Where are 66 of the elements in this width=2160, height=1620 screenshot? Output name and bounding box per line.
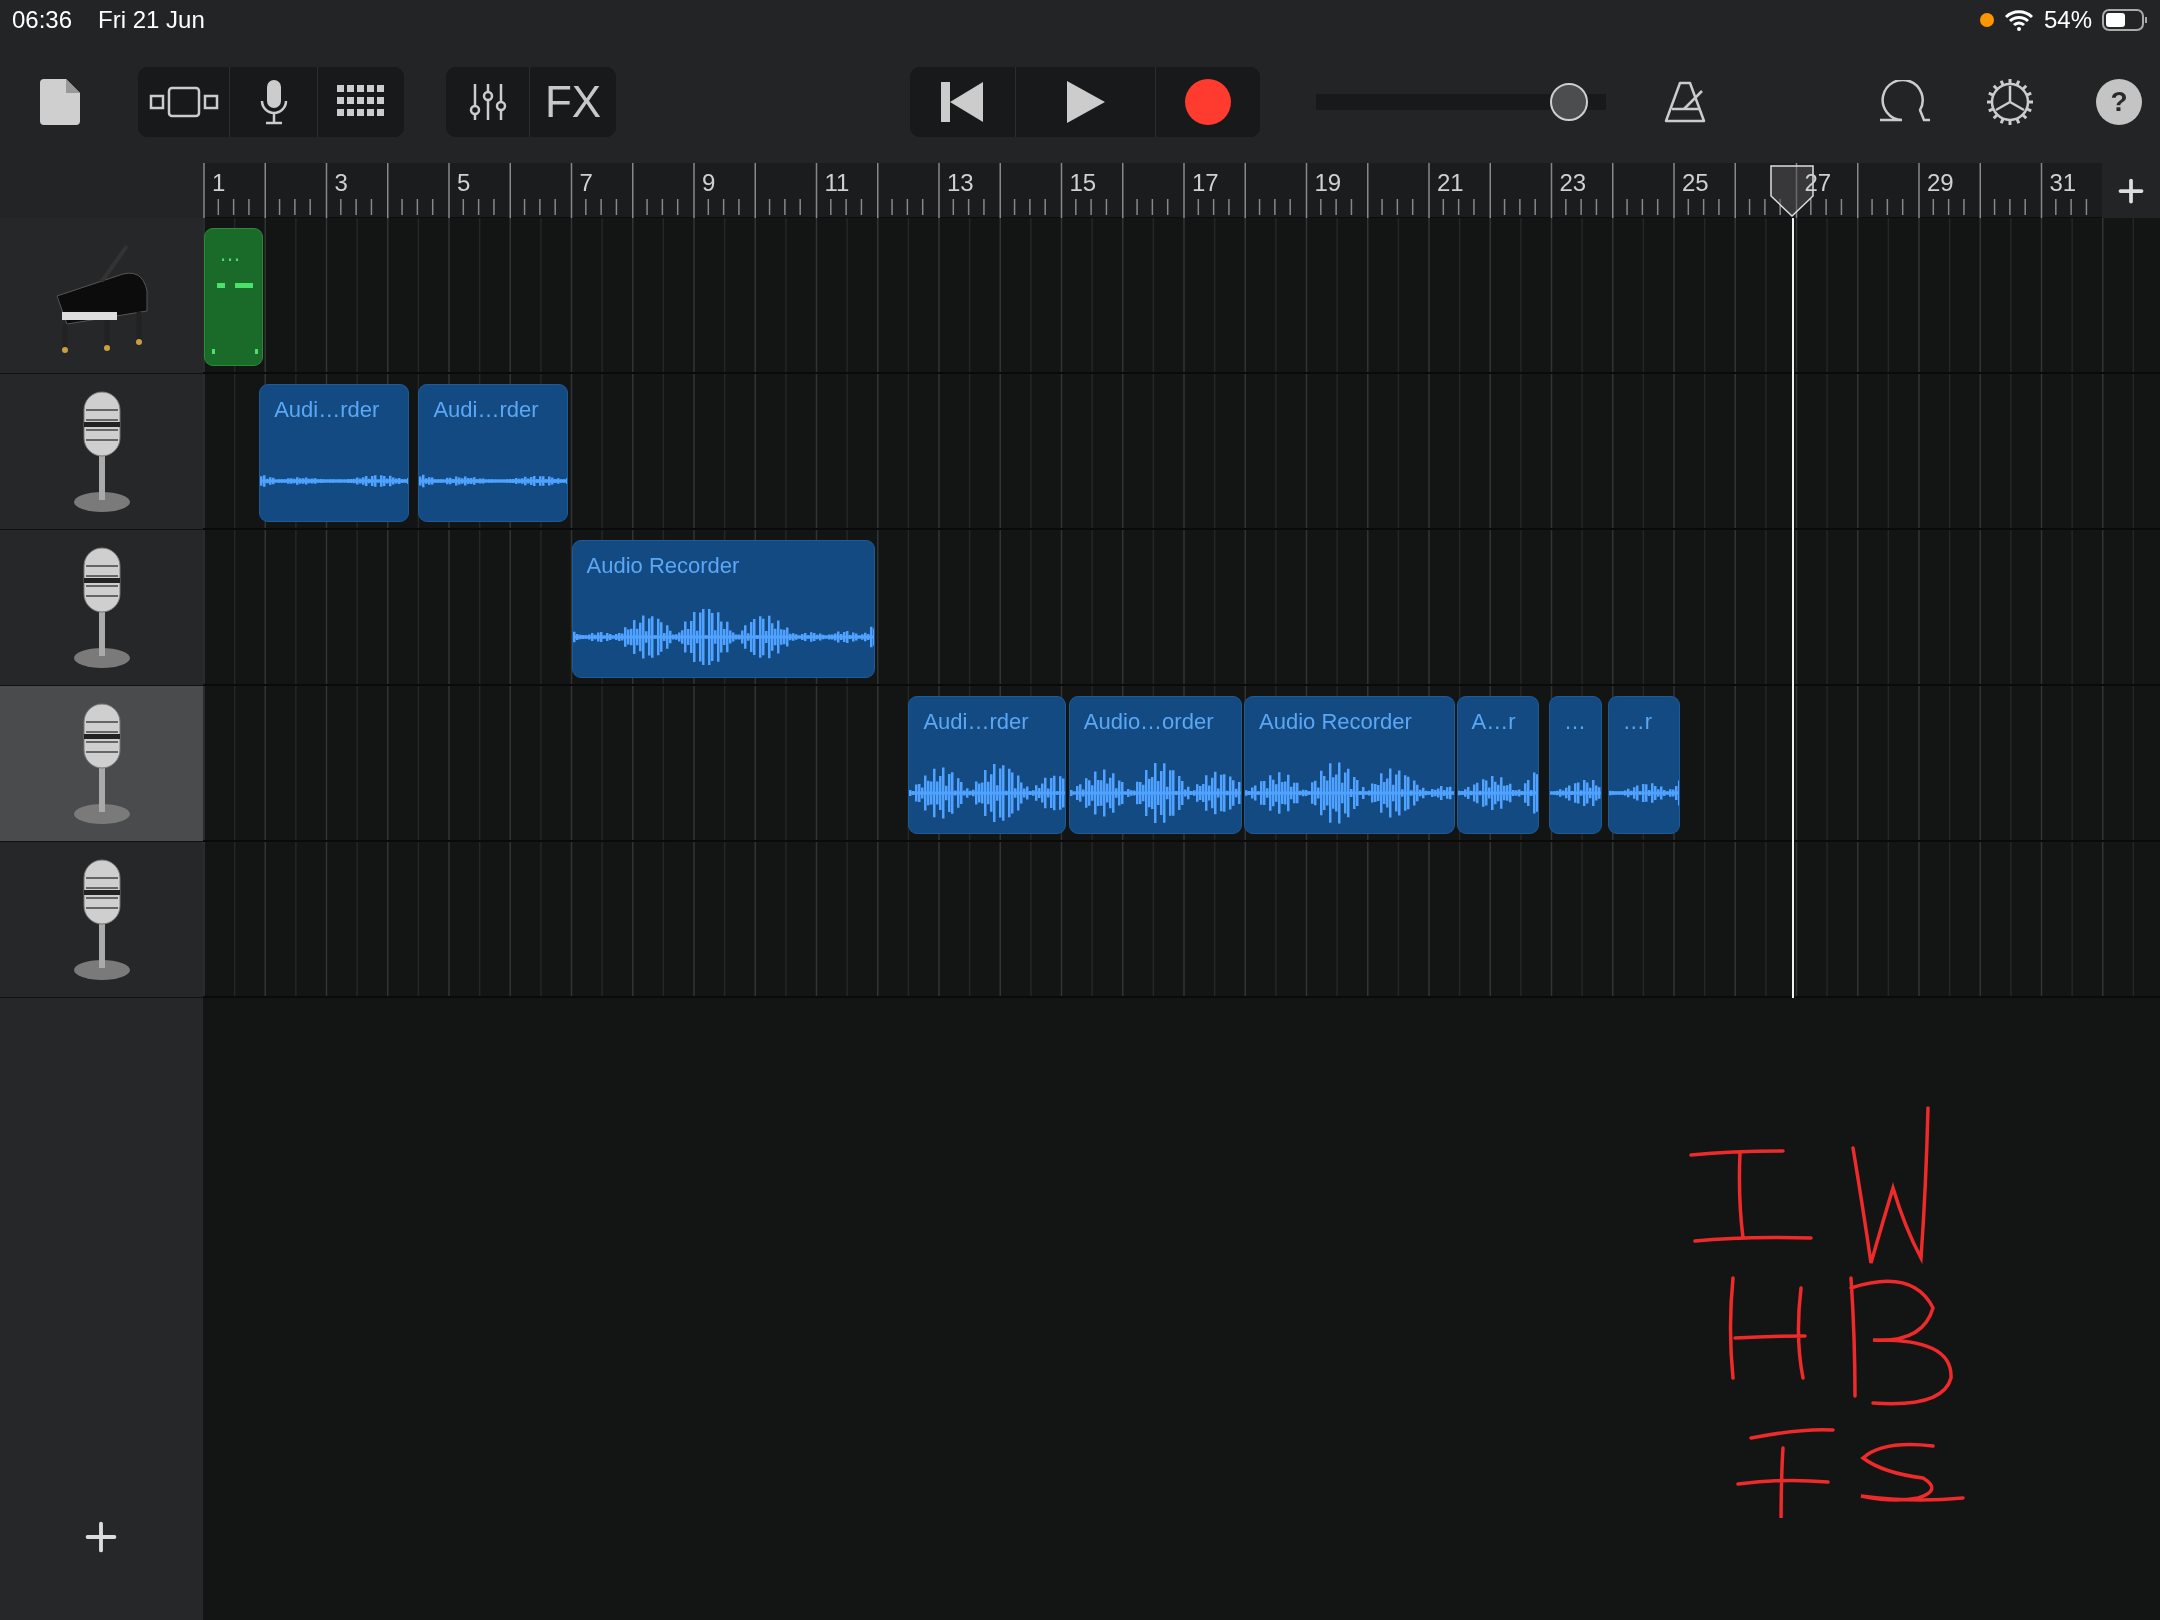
region-title: … [1564, 709, 1587, 735]
bar-number: 21 [1437, 169, 1464, 197]
region-title: Audio Recorder [586, 553, 740, 579]
bar-number: 1 [212, 169, 226, 197]
bar-number: 7 [579, 169, 593, 197]
document-icon [40, 78, 80, 125]
microphone-icon [71, 389, 132, 514]
bar-number: 17 [1192, 169, 1219, 197]
audio-region[interactable]: Audi…rder [908, 696, 1067, 834]
grid-icon [337, 84, 385, 119]
status-date: Fri 21 Jun [98, 6, 205, 34]
region-title: … [219, 241, 241, 267]
bar-number: 25 [1682, 169, 1709, 197]
region-title: Audio Recorder [1259, 709, 1412, 735]
microphone-icon [71, 857, 132, 982]
audio-region[interactable]: …r [1607, 696, 1681, 834]
waveform-drawing [1550, 779, 1601, 807]
record-icon [1185, 78, 1231, 125]
region-title: Audi…rder [274, 397, 380, 423]
play-icon [1066, 80, 1105, 123]
bar-number: 15 [1069, 169, 1097, 197]
tracks-view-icon [148, 85, 219, 118]
audio-region[interactable]: A…r [1456, 696, 1540, 834]
bar-number: 5 [457, 169, 471, 197]
loop-icon [1878, 79, 1930, 124]
add-section-button[interactable] [2102, 163, 2160, 218]
settings-icon [1986, 77, 2034, 126]
bar-number: 29 [1927, 169, 1954, 197]
bar-number: 9 [702, 169, 716, 197]
audio-region[interactable]: … [1549, 696, 1602, 834]
region-title: Audi…rder [923, 709, 1029, 735]
loop-button[interactable] [1878, 79, 1930, 124]
settings-button[interactable] [1986, 77, 2034, 126]
volume-slider-thumb[interactable] [1550, 82, 1589, 121]
bar-number: 23 [1559, 169, 1587, 197]
bar-number: 19 [1314, 169, 1342, 197]
region-title: Audi…rder [433, 397, 539, 423]
waveform-drawing [1608, 780, 1680, 806]
audio-region[interactable]: Audi…rder [259, 384, 410, 522]
skip-back-icon [940, 81, 985, 122]
bar-number: 3 [334, 169, 348, 197]
metronome-icon [1664, 80, 1708, 123]
bar-number: 31 [2049, 169, 2077, 197]
midi-region[interactable]: … [204, 228, 264, 366]
audio-region[interactable]: Audio Recorder [1244, 696, 1455, 834]
audio-region[interactable]: Audio Recorder [571, 540, 875, 678]
track-header[interactable] [0, 686, 203, 842]
battery-icon [2102, 8, 2148, 32]
bar-number: 11 [824, 169, 850, 197]
microphone-icon [71, 701, 132, 826]
document-button[interactable] [40, 78, 80, 125]
microphone-icon [258, 78, 289, 125]
battery-percentage: 54% [2043, 6, 2092, 34]
status-time: 06:36 [12, 6, 73, 34]
mixer-sliders-icon [467, 81, 508, 122]
help-button[interactable]: ? [2096, 78, 2142, 125]
audio-region[interactable]: Audi…rder [418, 384, 569, 522]
bar-number: 13 [947, 169, 974, 197]
region-title: A…r [1471, 709, 1516, 735]
metronome-button[interactable] [1664, 80, 1708, 123]
wifi-icon [2003, 9, 2034, 31]
recording-indicator-icon [1979, 13, 1994, 27]
microphone-icon [71, 545, 132, 670]
region-title: …r [1622, 709, 1653, 735]
region-title: Audio…order [1083, 709, 1214, 735]
audio-region[interactable]: Audio…order [1068, 696, 1242, 834]
